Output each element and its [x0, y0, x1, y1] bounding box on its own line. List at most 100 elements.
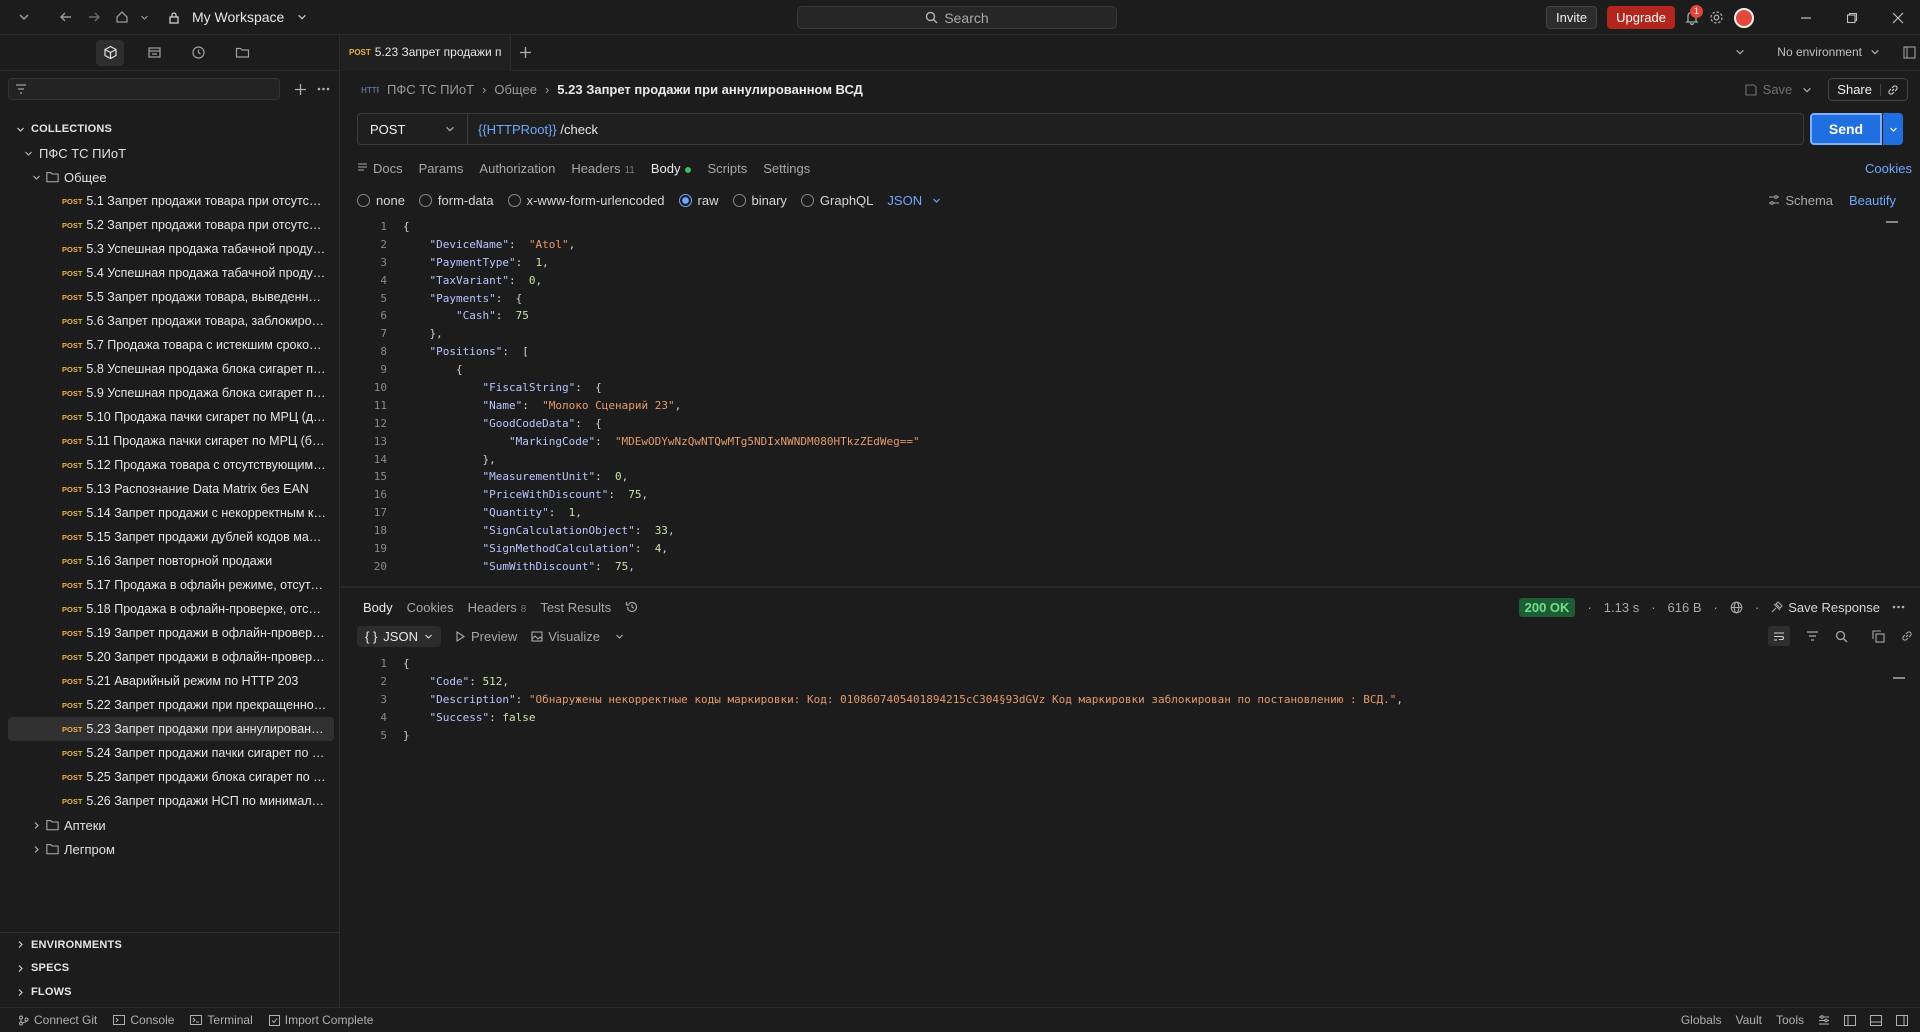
preview-button[interactable]: Preview — [455, 629, 517, 644]
body-type-none[interactable]: none — [357, 193, 405, 208]
tab-scripts[interactable]: Scripts — [707, 161, 747, 176]
link-icon[interactable] — [1901, 630, 1913, 642]
workspace-selector[interactable]: My Workspace — [162, 5, 314, 29]
filter-icon[interactable] — [1806, 631, 1819, 641]
new-tab-icon[interactable] — [519, 46, 532, 59]
settings-sliders-icon[interactable] — [1818, 1014, 1830, 1026]
save-button[interactable]: Save — [1745, 82, 1792, 97]
environments-section[interactable]: ENVIRONMENTS — [0, 932, 340, 956]
breadcrumb-folder[interactable]: Общее — [494, 82, 537, 97]
body-type-form-data[interactable]: form-data — [418, 193, 494, 208]
filter-input[interactable] — [8, 78, 280, 100]
cookies-link[interactable]: Cookies — [1865, 161, 1912, 176]
home-icon[interactable] — [110, 5, 134, 29]
search-input[interactable]: Search — [797, 6, 1117, 29]
save-chevron-icon[interactable] — [1802, 85, 1812, 95]
globals-button[interactable]: Globals — [1681, 1013, 1722, 1027]
sidebar-request-item[interactable]: POST 5.8 Успешная продажа блока сигарет п… — [8, 357, 334, 381]
bell-icon[interactable]: 1 — [1685, 5, 1703, 25]
close-icon[interactable] — [1890, 10, 1906, 26]
tab-test-results[interactable]: Test Results — [540, 600, 611, 615]
sidebar-request-item[interactable]: POST 5.12 Продажа товара с отсутствующими… — [8, 453, 334, 477]
method-selector[interactable]: POST — [358, 114, 468, 144]
pane-divider[interactable] — [341, 586, 1920, 588]
sidebar-request-item[interactable]: POST 5.16 Запрет повторной продажи — [8, 549, 334, 573]
flows-section[interactable]: FLOWS — [0, 980, 340, 1004]
copy-icon[interactable] — [1872, 629, 1885, 643]
more-icon[interactable] — [317, 87, 330, 91]
sidebar-request-item[interactable]: POST 5.26 Запрет продажи НСП по минимальн… — [8, 789, 334, 813]
breadcrumb-root[interactable]: ПФС ТС ПИоТ — [387, 82, 474, 97]
sidebar-request-item[interactable]: POST 5.18 Продажа в офлайн-проверке, отсу… — [8, 597, 334, 621]
environments-icon[interactable] — [140, 40, 168, 66]
collection-root[interactable]: ПФС ТС ПИоТ — [0, 141, 339, 165]
sidebar-request-item[interactable]: POST 5.25 Запрет продажи блока сигарет по… — [8, 765, 334, 789]
request-body-editor[interactable]: 1{2 "DeviceName": "Atol", 3 "PaymentType"… — [357, 218, 1892, 578]
more-icon[interactable] — [1892, 605, 1905, 609]
layout-two-pane-icon[interactable] — [1844, 1014, 1856, 1026]
response-time[interactable]: 1.13 s — [1604, 600, 1639, 615]
home-menu-chevron-icon[interactable] — [138, 5, 150, 29]
chevron-down-icon[interactable] — [12, 5, 36, 29]
tab-response-cookies[interactable]: Cookies — [407, 600, 454, 615]
sidebar-request-item[interactable]: POST 5.19 Запрет продажи в офлайн-проверк… — [8, 621, 334, 645]
gear-icon[interactable] — [1709, 10, 1724, 25]
sidebar-request-item[interactable]: POST 5.1 Запрет продажи товара при отсутс… — [8, 189, 334, 213]
send-options-button[interactable] — [1883, 113, 1903, 145]
invite-button[interactable]: Invite — [1546, 6, 1598, 29]
tab-response-body[interactable]: Body — [363, 600, 393, 615]
sidebar-request-item[interactable]: POST 5.15 Запрет продажи дублей кодов мар… — [8, 525, 334, 549]
forward-arrow-icon[interactable] — [82, 5, 106, 29]
folder-icon[interactable] — [228, 40, 256, 66]
upgrade-button[interactable]: Upgrade — [1607, 6, 1675, 29]
sidebar-request-item[interactable]: POST 5.24 Запрет продажи пачки сигарет по… — [8, 741, 334, 765]
sidebar-request-item[interactable]: POST 5.9 Успешная продажа блока сигарет п… — [8, 381, 334, 405]
send-button[interactable]: Send — [1810, 113, 1882, 145]
layout-bottom-pane-icon[interactable] — [1870, 1014, 1882, 1026]
tabs-chevron-icon[interactable] — [1735, 47, 1745, 57]
terminal-button[interactable]: Terminal — [190, 1013, 253, 1027]
body-type-urlencoded[interactable]: x-www-form-urlencoded — [507, 193, 665, 208]
tab-headers[interactable]: Headers 11 — [571, 161, 635, 176]
visualize-button[interactable]: Visualize — [531, 629, 624, 644]
tab-params[interactable]: Params — [419, 161, 464, 176]
collections-icon[interactable] — [96, 39, 124, 66]
schema-button[interactable]: Schema — [1768, 193, 1833, 208]
tab-request[interactable]: POST 5.23 Запрет продажи п — [341, 34, 511, 71]
response-size[interactable]: 616 B — [1668, 600, 1702, 615]
sidebar-request-item[interactable]: POST 5.7 Продажа товара с истекшим сроком… — [8, 333, 334, 357]
sidebar-request-item[interactable]: POST 5.3 Успешная продажа табачной продук… — [8, 237, 334, 261]
tab-authorization[interactable]: Authorization — [479, 161, 555, 176]
sidebar-request-item[interactable]: POST 5.4 Успешная продажа табачной продук… — [8, 261, 334, 285]
avatar[interactable] — [1734, 7, 1754, 28]
restore-icon[interactable] — [1844, 10, 1860, 26]
folder-legprom[interactable]: Легпром — [0, 837, 339, 861]
wrap-lines-icon[interactable] — [1768, 626, 1790, 646]
search-icon[interactable] — [1835, 630, 1848, 643]
connect-git-button[interactable]: Connect Git — [18, 1013, 97, 1027]
sidebar-request-item[interactable]: POST 5.5 Запрет продажи товара, выведенно… — [8, 285, 334, 309]
editor-scrollbar[interactable] — [1886, 221, 1898, 223]
tools-button[interactable]: Tools — [1776, 1013, 1804, 1027]
response-scrollbar[interactable] — [1893, 677, 1905, 679]
page-title[interactable]: 5.23 Запрет продажи при аннулированном В… — [557, 82, 863, 97]
response-body-viewer[interactable]: 1{2 "Code": 512, 3 "Description": "Обнару… — [357, 655, 1897, 955]
sidebar-request-item[interactable]: POST 5.23 Запрет продажи при аннулированн… — [8, 717, 334, 741]
environment-selector[interactable]: No environment — [1777, 45, 1862, 59]
sidebar-request-item[interactable]: POST 5.10 Продажа пачки сигарет по МРЦ (д… — [8, 405, 334, 429]
tab-body[interactable]: Body — [651, 161, 692, 176]
tab-response-headers[interactable]: Headers 8 — [468, 600, 527, 615]
sidebar-request-item[interactable]: POST 5.21 Аварийный режим по HTTP 203 — [8, 669, 334, 693]
minimize-icon[interactable] — [1798, 10, 1814, 26]
sidebar-request-item[interactable]: POST 5.14 Запрет продажи с некорректным к… — [8, 501, 334, 525]
folder-general[interactable]: Общее — [0, 165, 339, 189]
save-response-button[interactable]: Save Response — [1771, 600, 1880, 615]
history-icon[interactable] — [184, 40, 212, 66]
sidebar-request-item[interactable]: POST 5.2 Запрет продажи товара при отсутс… — [8, 213, 334, 237]
share-button[interactable]: Share — [1828, 78, 1908, 101]
specs-section[interactable]: SPECS — [0, 956, 340, 980]
sidebar-request-item[interactable]: POST 5.6 Запрет продажи товара, заблокиро… — [8, 309, 334, 333]
beautify-button[interactable]: Beautify — [1849, 193, 1896, 208]
tab-docs[interactable]: Docs — [357, 161, 403, 176]
sidebar-request-item[interactable]: POST 5.11 Продажа пачки сигарет по МРЦ (б… — [8, 429, 334, 453]
